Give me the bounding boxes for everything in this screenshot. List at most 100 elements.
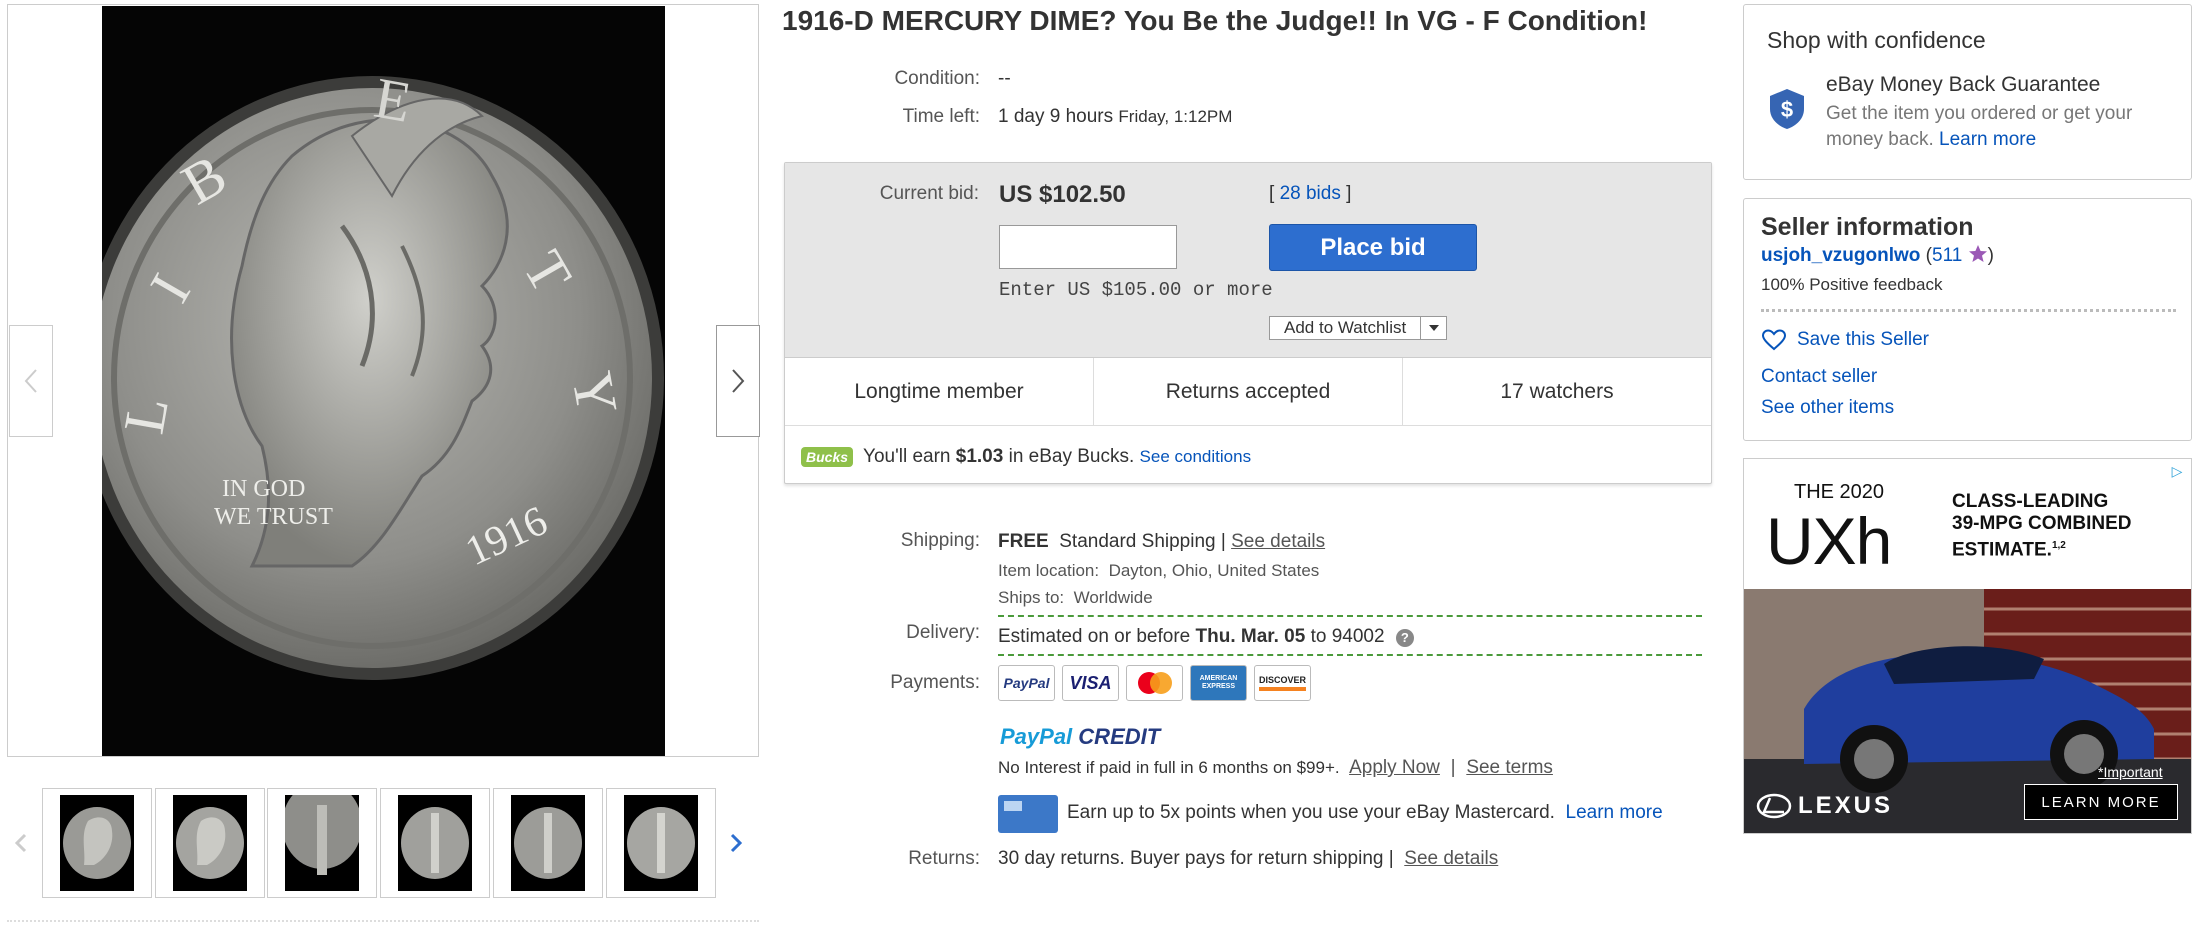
bid-panel: Current bid: US $102.50 [ 28 bids ] Plac… bbox=[784, 162, 1712, 484]
item-location-label: Item location: bbox=[998, 561, 1100, 580]
lexus-advertisement[interactable]: ▷ THE 2020 UXh CLASS-LEADING 39-MPG COMB… bbox=[1743, 458, 2192, 834]
paypal-card-text: PayPal bbox=[1003, 675, 1050, 691]
see-other-items-link[interactable]: See other items bbox=[1761, 397, 1894, 419]
paypal-credit-text: No Interest if paid in full in 6 months … bbox=[998, 758, 1340, 777]
shipping-label: Shipping: bbox=[900, 530, 980, 551]
previous-image-button[interactable] bbox=[9, 325, 53, 437]
save-this-seller-link[interactable]: Save this Seller bbox=[1797, 329, 1929, 351]
seller-feedback-score-link[interactable]: 511 bbox=[1932, 245, 1962, 266]
next-image-button[interactable] bbox=[716, 325, 760, 437]
mastercard-offer-text: Earn up to 5x points when you use your e… bbox=[1067, 802, 1555, 823]
mastercard-learn-more-link[interactable]: Learn more bbox=[1566, 802, 1663, 823]
shipping-divider bbox=[998, 615, 1702, 617]
lexus-wordmark: LEXUS bbox=[1798, 792, 1894, 819]
apply-now-link[interactable]: Apply Now bbox=[1349, 757, 1440, 778]
seller-username-link[interactable]: usjoh_vzugonlwo bbox=[1761, 245, 1920, 266]
shipping-method: Standard Shipping | bbox=[1059, 531, 1226, 552]
thumbnail-2[interactable] bbox=[155, 788, 265, 898]
item-location: Item location: Dayton, Ohio, United Stat… bbox=[998, 561, 1319, 581]
money-back-text-line1: Get the item you ordered or get your bbox=[1826, 103, 2133, 124]
time-left-date: Friday, 1:12PM bbox=[1118, 107, 1233, 126]
delivery-suffix: to 94002 bbox=[1310, 626, 1385, 647]
contact-seller-link[interactable]: Contact seller bbox=[1761, 366, 1877, 388]
discover-card-text: DISCOVER bbox=[1258, 675, 1306, 691]
paypal-credit-logo: PayPal CREDIT bbox=[1000, 724, 1160, 750]
help-icon[interactable]: ? bbox=[1395, 629, 1414, 647]
ad-claim-line3: ESTIMATE. bbox=[1952, 539, 2052, 561]
see-conditions-link[interactable]: See conditions bbox=[1140, 447, 1252, 467]
lexus-emblem-icon bbox=[1756, 793, 1792, 819]
credit-separator: | bbox=[1450, 757, 1456, 778]
coin-main-photo[interactable]: B L I E T Y IN GOD WE TRUST 1916 bbox=[102, 6, 665, 756]
main-image-frame: B L I E T Y IN GOD WE TRUST 1916 bbox=[7, 4, 760, 757]
save-seller-row[interactable]: Save this Seller bbox=[1761, 329, 1929, 351]
thumbnail-5[interactable] bbox=[493, 788, 603, 898]
coin-thumbnail-image bbox=[63, 807, 131, 879]
current-bid-label: Current bid: bbox=[879, 183, 979, 204]
ad-claim-line2: 39-MPG COMBINED bbox=[1952, 513, 2132, 534]
discover-card-icon: DISCOVER bbox=[1254, 665, 1311, 701]
mastercard-card-icon bbox=[1126, 665, 1183, 701]
shipping-value: FREE Standard Shipping | See details bbox=[998, 531, 1325, 553]
returns-see-details-link[interactable]: See details bbox=[1404, 848, 1498, 869]
purple-star-icon bbox=[1968, 245, 1987, 262]
thumbnail-1[interactable] bbox=[42, 788, 152, 898]
returns-text: 30 day returns. Buyer pays for return sh… bbox=[998, 848, 1394, 869]
chevron-right-icon bbox=[730, 833, 742, 853]
adchoices-icon[interactable]: ▷ bbox=[2167, 461, 2187, 481]
thumbnail-3[interactable] bbox=[267, 788, 377, 898]
ad-claim-footnote: 1,2 bbox=[2051, 540, 2066, 551]
place-bid-button[interactable]: Place bid bbox=[1269, 224, 1477, 271]
thumbnail-6[interactable] bbox=[606, 788, 716, 898]
watchlist-dropdown-button[interactable] bbox=[1421, 316, 1448, 340]
amex-card-icon: AMERICAN EXPRESS bbox=[1190, 665, 1247, 701]
mastercard-logo bbox=[1137, 672, 1172, 694]
ships-to-label: Ships to: bbox=[998, 588, 1065, 607]
thumbnails-next-button[interactable] bbox=[725, 828, 747, 858]
thumbnail-4[interactable] bbox=[380, 788, 490, 898]
money-back-learn-more-link[interactable]: Learn more bbox=[1939, 129, 2036, 150]
time-left-value: 1 day 9 hours Friday, 1:12PM bbox=[998, 106, 1232, 128]
bucks-text-before: You'll earn bbox=[863, 446, 951, 467]
money-back-title: eBay Money Back Guarantee bbox=[1826, 73, 2101, 96]
coin-thumbnail-image bbox=[285, 795, 359, 875]
bid-count-open-bracket: [ bbox=[1269, 183, 1275, 204]
shop-confidence-title: Shop with confidence bbox=[1767, 27, 1986, 53]
condition-value: -- bbox=[998, 68, 1011, 89]
add-to-watchlist-button[interactable]: Add to Watchlist bbox=[1269, 316, 1422, 340]
visa-card-icon: VISA bbox=[1062, 665, 1119, 701]
thumbnails-prev-button[interactable] bbox=[10, 828, 32, 858]
visa-card-text: VISA bbox=[1069, 672, 1112, 693]
ebay-mastercard-icon bbox=[998, 795, 1058, 833]
bucks-text-after: in eBay Bucks. bbox=[1008, 446, 1135, 467]
payments-label: Payments: bbox=[890, 672, 980, 693]
shipping-free: FREE bbox=[998, 531, 1049, 552]
delivery-value: Estimated on or before Thu. Mar. 05 to 9… bbox=[998, 626, 1414, 648]
ad-claim-line1: CLASS-LEADING bbox=[1952, 491, 2109, 512]
coin-thumbnail-image bbox=[401, 807, 469, 879]
bid-count-close-bracket: ] bbox=[1346, 183, 1352, 204]
returns-value: 30 day returns. Buyer pays for return sh… bbox=[998, 848, 1498, 870]
ebay-bucks-logo: Bucks bbox=[801, 447, 854, 467]
time-left-label: Time left: bbox=[902, 106, 980, 127]
shipping-see-details-link[interactable]: See details bbox=[1231, 531, 1325, 552]
coin-thumbnail-image bbox=[627, 807, 695, 879]
delivery-prefix: Estimated on or before bbox=[998, 626, 1191, 647]
divider bbox=[7, 920, 759, 922]
bid-amount-input[interactable] bbox=[999, 225, 1177, 269]
svg-text:WE TRUST: WE TRUST bbox=[214, 504, 333, 530]
paypal-credit-word-b: CREDIT bbox=[1078, 724, 1161, 749]
shop-with-confidence-panel: Shop with confidence $ eBay Money Back G… bbox=[1743, 4, 2192, 180]
card-chip-icon bbox=[1004, 801, 1022, 811]
bid-history-link[interactable]: 28 bids bbox=[1280, 183, 1341, 204]
see-terms-link[interactable]: See terms bbox=[1466, 757, 1553, 778]
money-back-text-line2: money back. bbox=[1826, 129, 1934, 150]
ebay-bucks-row: Bucks You'll earn $1.03 in eBay Bucks. S… bbox=[801, 446, 1251, 468]
watchlist-group: Add to Watchlist bbox=[1269, 316, 1448, 340]
ad-important-line1: *Important bbox=[2098, 764, 2163, 780]
heart-icon bbox=[1761, 329, 1787, 351]
seller-info-title: Seller information bbox=[1761, 213, 1974, 241]
ships-to-value: Worldwide bbox=[1073, 588, 1153, 607]
ad-learn-more-button[interactable]: LEARN MORE bbox=[2024, 784, 2178, 820]
thumbnail-strip bbox=[0, 784, 760, 904]
